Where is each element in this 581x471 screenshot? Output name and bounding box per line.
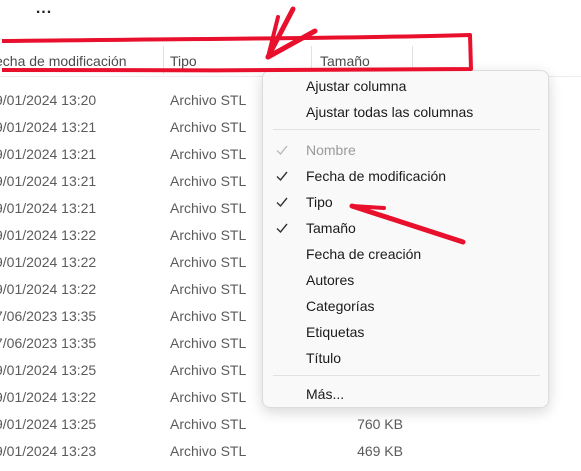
date-cell: 9/01/2024 13:22 [0, 254, 97, 270]
menu-item-label: Autores [306, 272, 355, 288]
menu-divider [273, 375, 540, 376]
menu-item-size[interactable]: Tamaño [263, 215, 548, 241]
type-cell: Archivo STL [170, 389, 247, 405]
check-icon [276, 223, 288, 234]
date-cell: 9/01/2024 13:25 [0, 416, 97, 432]
date-cell: 9/01/2024 13:25 [0, 362, 97, 378]
menu-item-label: Ajustar todas las columnas [306, 104, 474, 120]
menu-item-label: Tamaño [306, 220, 356, 236]
menu-item-fit-column[interactable]: Ajustar columna [263, 73, 548, 99]
column-header-date[interactable]: echa de modificación [0, 53, 127, 69]
type-cell: Archivo STL [170, 362, 247, 378]
date-cell: 9/01/2024 13:22 [0, 281, 97, 297]
menu-item-tags[interactable]: Etiquetas [263, 319, 548, 345]
date-cell: 9/01/2024 13:22 [0, 227, 97, 243]
column-header-type[interactable]: Tipo [170, 53, 197, 69]
size-cell: 760 KB [357, 416, 403, 432]
menu-item-label: Ajustar columna [306, 78, 407, 94]
date-cell: 9/01/2024 13:21 [0, 119, 97, 135]
type-cell: Archivo STL [170, 443, 247, 459]
menu-item-title[interactable]: Título [263, 345, 548, 371]
type-cell: Archivo STL [170, 146, 247, 162]
menu-item-label: Tipo [306, 194, 333, 210]
menu-item-label: Título [306, 350, 342, 366]
menu-item-label: Nombre [306, 142, 356, 158]
type-cell: Archivo STL [170, 173, 247, 189]
check-icon [276, 145, 288, 156]
type-cell: Archivo STL [170, 416, 247, 432]
type-cell: Archivo STL [170, 335, 247, 351]
column-divider[interactable] [163, 46, 164, 74]
date-cell: 7/06/2023 13:35 [0, 308, 97, 324]
menu-item-categories[interactable]: Categorías [263, 293, 548, 319]
table-row[interactable]: 9/01/2024 13:25 Archivo STL 760 KB [0, 410, 581, 436]
type-cell: Archivo STL [170, 92, 247, 108]
menu-item-fit-all-columns[interactable]: Ajustar todas las columnas [263, 99, 548, 125]
date-cell: 7/06/2023 13:35 [0, 335, 97, 351]
date-cell: 9/01/2024 13:20 [0, 92, 97, 108]
type-cell: Archivo STL [170, 227, 247, 243]
menu-item-name[interactable]: Nombre [263, 137, 548, 163]
menu-item-more[interactable]: Más... [263, 381, 548, 407]
date-cell: 9/01/2024 13:23 [0, 443, 97, 459]
check-icon [276, 197, 288, 208]
toolbar: ... [0, 0, 581, 43]
menu-item-label: Fecha de creación [306, 246, 422, 262]
column-context-menu: Ajustar columna Ajustar todas las column… [262, 70, 549, 408]
menu-item-date-modified[interactable]: Fecha de modificación [263, 163, 548, 189]
menu-item-label: Categorías [306, 298, 375, 314]
menu-item-label: Fecha de modificación [306, 168, 447, 184]
date-cell: 9/01/2024 13:21 [0, 173, 97, 189]
menu-item-label: Etiquetas [306, 324, 365, 340]
date-cell: 9/01/2024 13:22 [0, 389, 97, 405]
menu-item-date-created[interactable]: Fecha de creación [263, 241, 548, 267]
size-cell: 469 KB [357, 443, 403, 459]
menu-item-authors[interactable]: Autores [263, 267, 548, 293]
type-cell: Archivo STL [170, 200, 247, 216]
table-row[interactable]: 9/01/2024 13:23 Archivo STL 469 KB [0, 437, 581, 463]
more-options-button[interactable]: ... [31, 1, 57, 20]
type-cell: Archivo STL [170, 254, 247, 270]
menu-divider [273, 129, 540, 130]
date-cell: 9/01/2024 13:21 [0, 200, 97, 216]
menu-item-type[interactable]: Tipo [263, 189, 548, 215]
type-cell: Archivo STL [170, 119, 247, 135]
menu-item-label: Más... [306, 386, 345, 402]
type-cell: Archivo STL [170, 308, 247, 324]
check-icon [276, 171, 288, 182]
type-cell: Archivo STL [170, 281, 247, 297]
column-header-size[interactable]: Tamaño [320, 53, 370, 69]
date-cell: 9/01/2024 13:21 [0, 146, 97, 162]
